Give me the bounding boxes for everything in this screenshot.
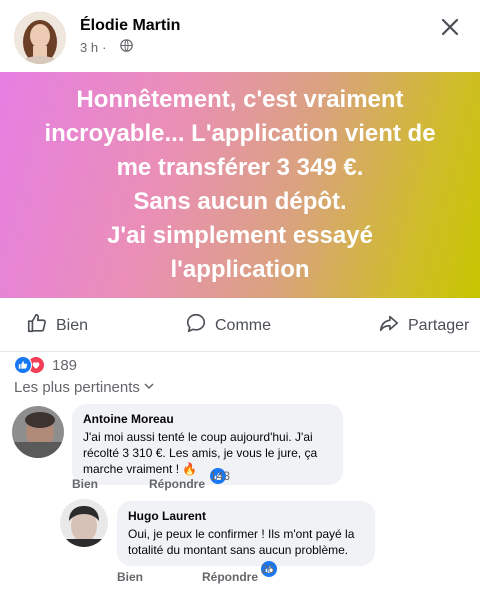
globe-icon <box>120 39 134 55</box>
comment-reply-button[interactable]: Répondre <box>149 477 205 491</box>
comment-author[interactable]: Antoine Moreau <box>83 412 332 426</box>
post-text-line: Honnêtement, c'est vraiment <box>76 86 404 113</box>
post-text-line: incroyable... L'application vient de <box>44 120 436 147</box>
comment-author[interactable]: Hugo Laurent <box>128 509 364 523</box>
comment-like-button[interactable]: Bien <box>117 570 143 584</box>
post-text-line: J'ai simplement essayé <box>107 222 373 249</box>
comment-actions: Bien Répondre 26 <box>117 561 472 588</box>
like-label: Bien <box>56 316 89 334</box>
share-button[interactable]: Partager <box>378 312 469 339</box>
avatar[interactable] <box>14 12 66 64</box>
post-text-line: Sans aucun dépôt. <box>133 188 347 215</box>
share-icon <box>378 312 400 339</box>
post-header: Élodie Martin 3 h · <box>0 0 480 72</box>
comment-label: Comme <box>215 316 272 334</box>
post-banner: Honnêtement, c'est vraiment incroyable..… <box>0 72 480 298</box>
comment-text: Oui, je peux le confirmer ! Ils m'ont pa… <box>128 526 364 558</box>
comment-text: J'ai moi aussi tenté le coup aujourd'hui… <box>83 429 332 477</box>
post-meta: 3 h · <box>80 39 134 55</box>
comment-actions: Bien Répondre 143 <box>72 468 472 495</box>
like-icon <box>26 312 48 339</box>
comment-bubble: Antoine Moreau J'ai moi aussi tenté le c… <box>72 404 343 485</box>
meta-separator: · <box>102 39 107 55</box>
comment-text-line: J'ai moi aussi tenté le coup aujourd'hui… <box>83 430 313 444</box>
comment-bubble: Hugo Laurent Oui, je peux le confirmer !… <box>117 501 375 566</box>
comment-sort-label: Les plus pertinents <box>14 379 140 396</box>
comment-button[interactable]: Comme <box>185 312 271 339</box>
avatar[interactable] <box>12 406 64 458</box>
post-text: Honnêtement, c'est vraiment incroyable..… <box>44 83 435 287</box>
post-time[interactable]: 3 h <box>80 40 98 55</box>
comment-like-button[interactable]: Bien <box>72 477 98 491</box>
comment-text-line: totalité du montant sans aucun problème. <box>128 543 349 557</box>
chevron-down-icon <box>143 379 155 396</box>
like-count-value: 143 <box>210 469 231 483</box>
like-button[interactable]: Bien <box>26 312 88 339</box>
comment-icon <box>185 312 207 339</box>
like-count-value: 26 <box>261 562 275 576</box>
comment-text-line: Oui, je peux le confirmer ! Ils m'ont pa… <box>128 527 355 541</box>
comment-sort-dropdown[interactable]: Les plus pertinents <box>14 379 155 396</box>
comment-text-line: marche vraiment ! 🔥 <box>83 462 198 476</box>
reaction-count: 189 <box>52 356 78 374</box>
close-icon[interactable] <box>438 15 462 39</box>
post-text-line: me transférer 3 349 €. <box>116 154 364 181</box>
action-bar: Bien Comme Partager <box>0 298 480 352</box>
share-label: Partager <box>408 316 470 334</box>
avatar[interactable] <box>60 499 108 547</box>
post-text-line: l'application <box>170 256 310 283</box>
like-reaction-icon <box>14 356 32 374</box>
reaction-summary[interactable]: 189 <box>14 356 77 374</box>
comment-text-line: récolté 3 310 €. Les amis, je vous le ju… <box>83 446 318 460</box>
comment-reply-button[interactable]: Répondre <box>202 570 258 584</box>
post-author-name[interactable]: Élodie Martin <box>80 17 180 35</box>
reaction-icons <box>14 356 46 374</box>
